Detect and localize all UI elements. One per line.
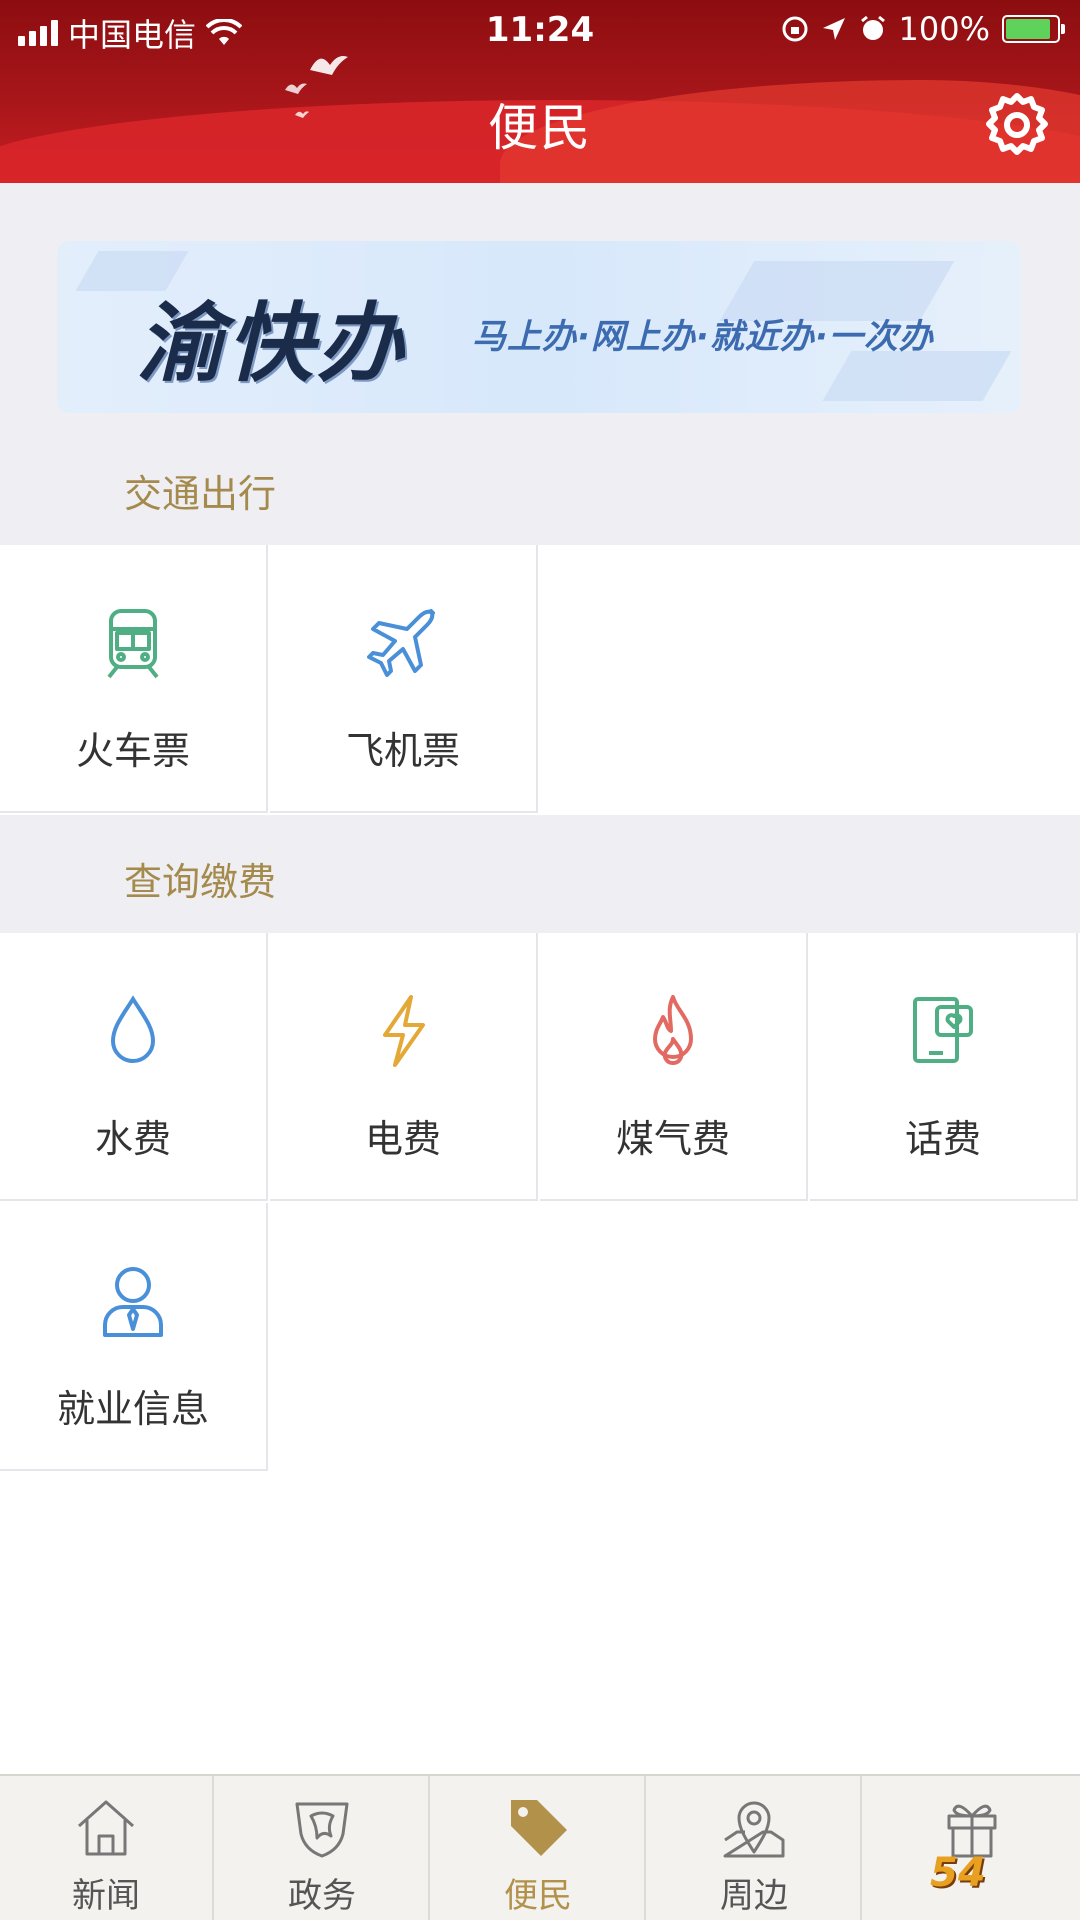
battery-icon <box>1002 15 1065 43</box>
top-header: 中国电信 11:24 100% 便民 <box>0 0 1080 183</box>
service-water-bill[interactable]: 水费 <box>0 933 268 1201</box>
banner-logo: 渝快办 <box>137 293 407 394</box>
shield-icon <box>295 1802 349 1858</box>
payment-grid: 水费 电费 煤气费 话费 就业信息 <box>0 933 1080 1473</box>
tab-label: 周边 <box>720 1876 788 1916</box>
tab-government[interactable]: 政务 <box>216 1776 430 1920</box>
tag-icon <box>511 1800 567 1856</box>
gear-icon[interactable] <box>982 90 1052 160</box>
page-title: 便民 <box>488 99 592 157</box>
service-phone-bill[interactable]: 话费 <box>810 933 1078 1201</box>
service-train-ticket[interactable]: 火车票 <box>0 545 268 813</box>
service-label: 电费 <box>364 1117 441 1161</box>
main-content: 渝快办 马上办·网上办·就近办·一次办 交通出行 火车票 飞机票 查询缴费 水费… <box>0 183 1080 1473</box>
train-icon <box>107 609 159 679</box>
banner-area: 渝快办 马上办·网上办·就近办·一次办 交通出行 <box>0 183 1080 545</box>
status-bar: 中国电信 11:24 100% <box>0 0 1080 60</box>
water-drop-icon <box>110 995 156 1063</box>
person-tie-icon <box>103 1267 163 1337</box>
tab-label: 便民 <box>504 1876 572 1916</box>
lightning-icon <box>383 995 425 1067</box>
tab-label: 新闻 <box>72 1876 140 1916</box>
tab-nearby[interactable]: 周边 <box>648 1776 862 1920</box>
flame-icon <box>653 995 693 1065</box>
watermark-text: 54 <box>930 1850 986 1896</box>
service-label: 火车票 <box>75 729 190 773</box>
tab-gift[interactable]: 54 <box>864 1776 1080 1920</box>
service-label: 煤气费 <box>615 1117 730 1161</box>
promo-banner[interactable]: 渝快办 马上办·网上办·就近办·一次办 <box>57 241 1021 413</box>
battery-percent: 100% <box>898 10 990 48</box>
service-flight-ticket[interactable]: 飞机票 <box>270 545 538 813</box>
alarm-icon <box>860 15 885 40</box>
service-label: 水费 <box>94 1117 171 1161</box>
airplane-icon <box>367 609 435 677</box>
service-gas-bill[interactable]: 煤气费 <box>540 933 808 1201</box>
service-label: 飞机票 <box>345 729 460 773</box>
phone-bill-icon <box>913 997 973 1063</box>
transport-grid: 火车票 飞机票 <box>0 545 1080 815</box>
tab-label: 政务 <box>288 1876 356 1916</box>
banner-slogan: 马上办·网上办·就近办·一次办 <box>472 317 934 357</box>
home-icon <box>78 1800 134 1856</box>
section-title-transport: 交通出行 <box>124 472 277 516</box>
site-watermark: 54 <box>930 1850 1080 1920</box>
section-band: 查询缴费 <box>0 815 1080 933</box>
rotation-lock-icon <box>782 16 808 42</box>
map-pin-icon <box>723 1801 785 1858</box>
tab-convenience[interactable]: 便民 <box>432 1776 646 1920</box>
tab-news[interactable]: 新闻 <box>0 1776 214 1920</box>
bottom-tab-bar: 新闻 政务 便民 周边 54 <box>0 1774 1080 1920</box>
service-electric-bill[interactable]: 电费 <box>270 933 538 1201</box>
service-employment-info[interactable]: 就业信息 <box>0 1203 268 1471</box>
section-title-payment: 查询缴费 <box>124 860 277 904</box>
service-label: 就业信息 <box>56 1387 209 1431</box>
service-label: 话费 <box>904 1117 981 1161</box>
location-arrow-icon <box>822 18 845 40</box>
